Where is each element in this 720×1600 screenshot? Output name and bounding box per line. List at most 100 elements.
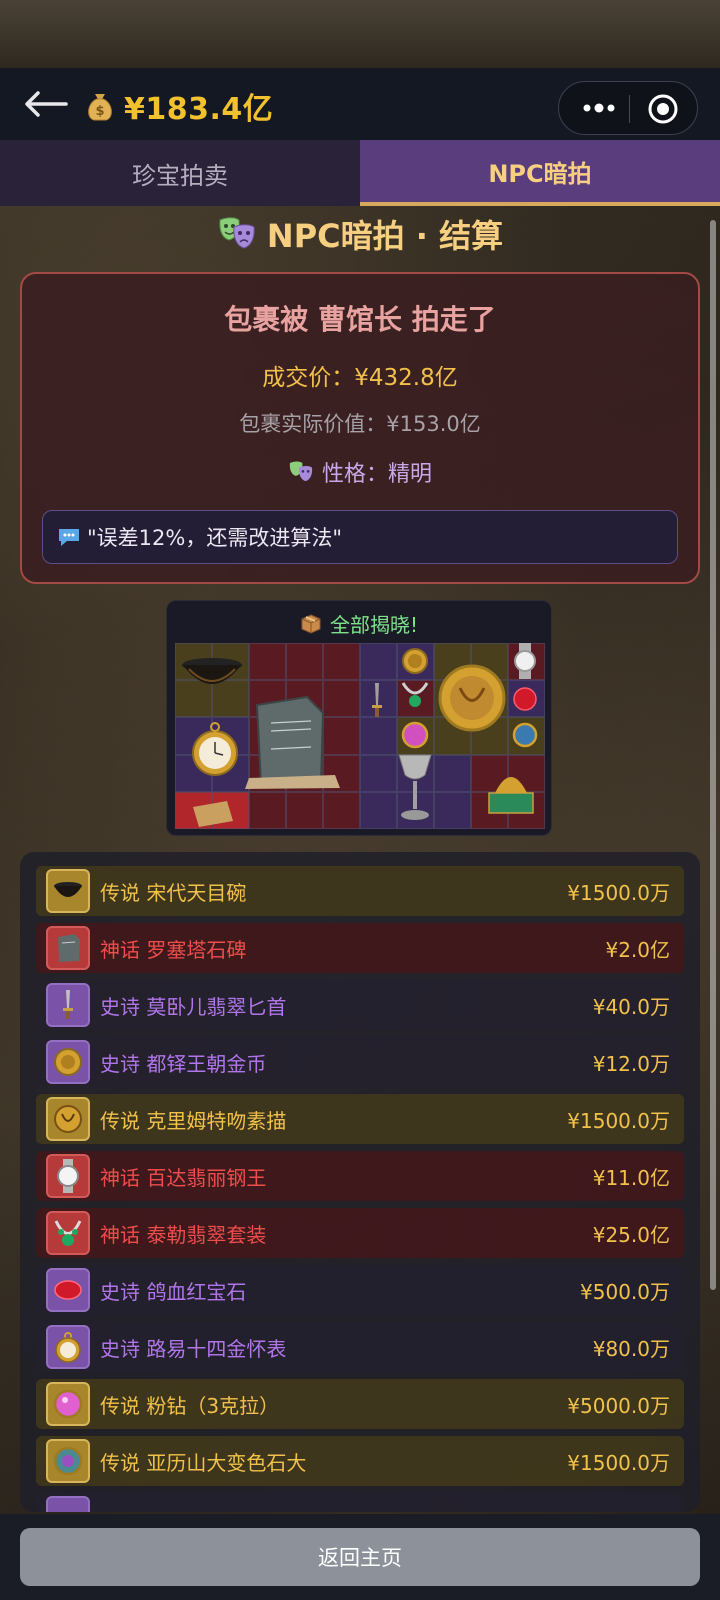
tab-treasure-auction[interactable]: 珍宝拍卖: [0, 140, 360, 206]
background-banner: [0, 0, 720, 68]
item-title: 都铎王朝金币: [146, 1051, 267, 1076]
item-title: 莫卧儿翡翠匕首: [146, 994, 287, 1019]
tea-bowl-icon: [46, 869, 90, 913]
item-name: 神话 百达翡丽钢王: [100, 1162, 593, 1191]
svg-text:$: $: [95, 104, 104, 119]
watch-icon: [46, 1154, 90, 1198]
list-item[interactable]: 传说 宋代天目碗 ¥1500.0万: [36, 866, 684, 916]
more-dots-icon[interactable]: [579, 100, 619, 116]
grid-items-overlay: [182, 643, 538, 827]
gold-coin-icon: [46, 1040, 90, 1084]
quote-text: "误差12%，还需改进算法": [87, 526, 342, 550]
item-price: ¥1500.0万: [567, 1450, 670, 1475]
item-price: ¥11.0亿: [592, 1165, 670, 1190]
mini-program-capsule: [558, 81, 698, 135]
necklace-icon: [46, 1211, 90, 1255]
list-item[interactable]: 史诗 莫卧儿翡翠匕首 ¥40.0万: [36, 980, 684, 1030]
deal-price: 成交价：¥432.8亿: [262, 365, 458, 391]
list-item[interactable]: 传说 粉钻（3克拉） ¥5000.0万: [36, 1379, 684, 1429]
list-item[interactable]: 史诗 鸽血红宝石 ¥500.0万: [36, 1265, 684, 1315]
pocket-watch-icon: [192, 722, 238, 776]
item-name: 传说 宋代天目碗: [100, 877, 567, 906]
list-item[interactable]: 史诗 路易十四金怀表 ¥80.0万: [36, 1322, 684, 1372]
list-item[interactable]: 神话 罗塞塔石碑 ¥2.0亿: [36, 923, 684, 973]
section-title: NPC暗拍 · 结算: [266, 217, 504, 255]
money-bag-icon: $: [88, 94, 112, 121]
back-arrow-icon[interactable]: [22, 88, 68, 120]
item-name: 神话 罗塞塔石碑: [100, 934, 605, 963]
item-rarity: 传说: [100, 880, 140, 905]
list-item[interactable]: 神话 百达翡丽钢王 ¥11.0亿: [36, 1151, 684, 1201]
package-real-value: 包裹实际价值：¥153.0亿: [239, 412, 481, 436]
list-item[interactable]: 传说 克里姆特吻素描 ¥1500.0万: [36, 1094, 684, 1144]
pink-diamond-icon: [401, 721, 429, 749]
item-name: 传说 粉钻（3克拉）: [100, 1390, 567, 1419]
item-title: 亚历山大变色石大: [146, 1450, 307, 1475]
ruby-icon: [513, 687, 537, 711]
painting-icon: [438, 664, 506, 732]
alexandrite-icon: [512, 722, 538, 748]
settlement-result-card: 包裹被 曹馆长 拍走了 成交价：¥432.8亿 包裹实际价值：¥153.0亿 性…: [20, 272, 700, 584]
target-circle-icon[interactable]: [647, 93, 679, 125]
partial-item-icon: [46, 1496, 90, 1512]
item-title: 粉钻（3克拉）: [146, 1393, 280, 1418]
scrollbar[interactable]: [710, 220, 716, 1290]
jade-seal-icon: [488, 777, 534, 814]
ruby-icon: [46, 1268, 90, 1312]
item-title: 克里姆特吻素描: [146, 1108, 287, 1133]
pink-diamond-icon: [46, 1382, 90, 1426]
item-price: ¥80.0万: [592, 1336, 670, 1361]
return-home-button[interactable]: 返回主页: [20, 1528, 700, 1586]
item-value-list: 传说 宋代天目碗 ¥1500.0万 神话 罗塞塔石碑 ¥2.0亿 史诗 莫卧儿翡…: [20, 852, 700, 1512]
footer-bar: 返回主页: [0, 1514, 720, 1600]
item-name: 神话 泰勒翡翠套装: [100, 1219, 593, 1248]
alexandrite-icon: [46, 1439, 90, 1483]
item-price: ¥12.0万: [592, 1051, 670, 1076]
item-rarity: 神话: [100, 1165, 140, 1190]
item-rarity: 史诗: [100, 1051, 140, 1076]
item-rarity: 史诗: [100, 994, 140, 1019]
theater-masks-icon: [289, 461, 313, 482]
section-header: NPC暗拍 · 结算: [0, 210, 720, 258]
scroll-icon: [193, 801, 233, 827]
tab-npc-blind-auction[interactable]: NPC暗拍: [360, 140, 720, 206]
app-header: $ ¥183.4亿: [0, 68, 720, 140]
item-name: 史诗 鸽血红宝石: [100, 1276, 580, 1305]
tea-bowl-icon: [182, 658, 242, 684]
pocket-watch-icon: [46, 1325, 90, 1369]
list-item[interactable]: [36, 1493, 684, 1512]
reveal-header: 全部揭晓!: [167, 609, 551, 638]
stone-tablet-icon: [245, 695, 340, 789]
item-price: ¥2.0亿: [605, 937, 670, 962]
goblet-icon: [398, 754, 432, 820]
item-rarity: 史诗: [100, 1336, 140, 1361]
item-price: ¥500.0万: [580, 1279, 670, 1304]
gold-coin-icon: [402, 648, 428, 674]
dagger-icon: [46, 983, 90, 1027]
item-name: 传说 克里姆特吻素描: [100, 1105, 567, 1134]
item-title: 鸽血红宝石: [146, 1279, 247, 1304]
watch-icon: [514, 643, 536, 679]
item-title: 百达翡丽钢王: [146, 1165, 267, 1190]
item-rarity: 史诗: [100, 1279, 140, 1304]
package-box-icon: [301, 613, 321, 634]
item-name: 史诗 莫卧儿翡翠匕首: [100, 991, 593, 1020]
list-item[interactable]: 传说 亚历山大变色石大 ¥1500.0万: [36, 1436, 684, 1486]
item-rarity: 传说: [100, 1450, 140, 1475]
item-price: ¥40.0万: [592, 994, 670, 1019]
item-rarity: 传说: [100, 1393, 140, 1418]
speech-bubble-icon: [59, 529, 79, 546]
item-title: 宋代天目碗: [146, 880, 247, 905]
tab-bar: 珍宝拍卖 NPC暗拍: [0, 140, 720, 206]
item-name: 史诗 路易十四金怀表: [100, 1333, 593, 1362]
item-title: 路易十四金怀表: [146, 1336, 287, 1361]
theater-masks-icon: [219, 217, 255, 249]
list-item[interactable]: 神话 泰勒翡翠套装 ¥25.0亿: [36, 1208, 684, 1258]
item-price: ¥1500.0万: [567, 880, 670, 905]
capsule-divider: [629, 95, 630, 123]
item-name: 史诗 都铎王朝金币: [100, 1048, 593, 1077]
npc-quote: "误差12%，还需改进算法": [42, 510, 678, 564]
item-price: ¥5000.0万: [567, 1393, 670, 1418]
necklace-icon: [401, 682, 429, 707]
list-item[interactable]: 史诗 都铎王朝金币 ¥12.0万: [36, 1037, 684, 1087]
